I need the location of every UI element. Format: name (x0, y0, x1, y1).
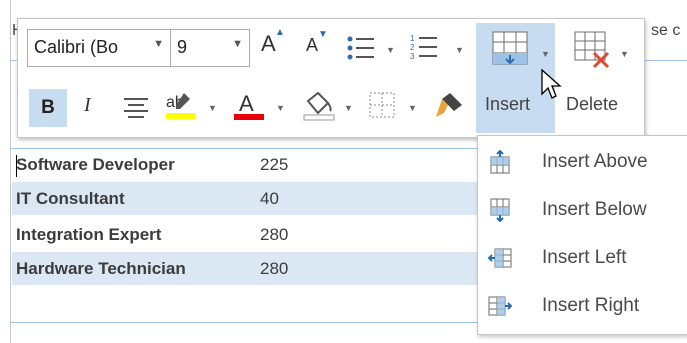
chevron-down-icon[interactable]: ▼ (232, 38, 243, 50)
numbering-icon[interactable]: 1 2 3 (410, 33, 440, 61)
table-cell-name[interactable]: Software Developer (16, 155, 175, 175)
chevron-down-icon[interactable]: ▼ (208, 103, 217, 113)
center-align-icon[interactable] (122, 95, 150, 119)
chevron-down-icon[interactable]: ▼ (455, 45, 464, 55)
table-row[interactable]: Integration Expert 280 (12, 218, 480, 251)
menu-item-insert-left[interactable]: Insert Left (478, 234, 687, 282)
font-size-value: 9 (177, 37, 188, 57)
page-margin-line (10, 0, 11, 343)
format-painter-icon[interactable] (432, 89, 466, 123)
chevron-down-icon[interactable]: ▼ (153, 38, 164, 50)
borders-icon[interactable] (368, 91, 396, 119)
font-color-icon[interactable]: A (232, 89, 266, 123)
table-cell-value[interactable]: 225 (260, 155, 288, 175)
shrink-font-icon[interactable]: A ▼ (306, 29, 328, 56)
chevron-down-icon[interactable]: ▼ (620, 49, 629, 59)
delete-button-label[interactable]: Delete (566, 94, 618, 115)
menu-item-label: Insert Above (542, 151, 648, 172)
menu-item-insert-right[interactable]: Insert Right (478, 282, 687, 330)
delete-table-icon[interactable] (574, 31, 614, 71)
table-cell-name[interactable]: Integration Expert (16, 225, 161, 245)
svg-text:2: 2 (410, 43, 415, 52)
grow-font-icon[interactable]: A ▲ (261, 27, 285, 57)
document-text-right: se c (651, 22, 681, 39)
insert-menu: Insert Above Insert Below Insert Left In… (477, 135, 687, 335)
shading-icon[interactable] (302, 89, 336, 123)
insert-table-icon (492, 31, 528, 65)
chevron-down-icon[interactable]: ▼ (386, 45, 395, 55)
chevron-down-icon[interactable]: ▼ (276, 103, 285, 113)
menu-item-label: Insert Left (542, 247, 627, 268)
menu-item-label: Insert Right (542, 295, 640, 316)
bullets-icon[interactable] (346, 35, 376, 61)
table-cell-name[interactable]: Hardware Technician (16, 259, 186, 279)
svg-text:A: A (239, 91, 254, 116)
font-name-value: Calibri (Bo (34, 37, 119, 57)
chevron-down-icon[interactable]: ▼ (344, 103, 353, 113)
svg-text:3: 3 (410, 52, 415, 61)
insert-left-icon (488, 248, 512, 268)
highlight-icon[interactable]: ab (164, 89, 198, 123)
table-row[interactable]: IT Consultant 40 (12, 182, 480, 215)
table-cell-value[interactable]: 280 (260, 225, 288, 245)
chevron-down-icon[interactable]: ▼ (408, 103, 417, 113)
insert-below-icon (490, 198, 510, 222)
font-size-combobox[interactable]: 9 ▼ (170, 29, 250, 67)
menu-item-insert-below[interactable]: Insert Below (478, 186, 687, 234)
bold-button[interactable]: B (29, 89, 67, 127)
chevron-down-icon[interactable]: ▼ (541, 49, 550, 59)
insert-above-icon (490, 150, 510, 174)
text-caret (16, 155, 17, 177)
table-cell-value[interactable]: 40 (260, 189, 279, 209)
table-row[interactable]: Hardware Technician 280 (12, 252, 480, 285)
menu-item-insert-above[interactable]: Insert Above (478, 138, 687, 186)
svg-text:1: 1 (410, 34, 415, 43)
menu-item-label: Insert Below (542, 199, 647, 220)
font-name-combobox[interactable]: Calibri (Bo ▼ (27, 29, 171, 67)
insert-right-icon (488, 296, 512, 316)
table-cell-name[interactable]: IT Consultant (16, 189, 125, 209)
italic-button[interactable]: I (84, 94, 91, 117)
table-row[interactable]: Software Developer 225 (12, 148, 480, 181)
table-cell-value[interactable]: 280 (260, 259, 288, 279)
mouse-pointer-icon (541, 68, 562, 99)
insert-button-label: Insert (485, 94, 531, 114)
